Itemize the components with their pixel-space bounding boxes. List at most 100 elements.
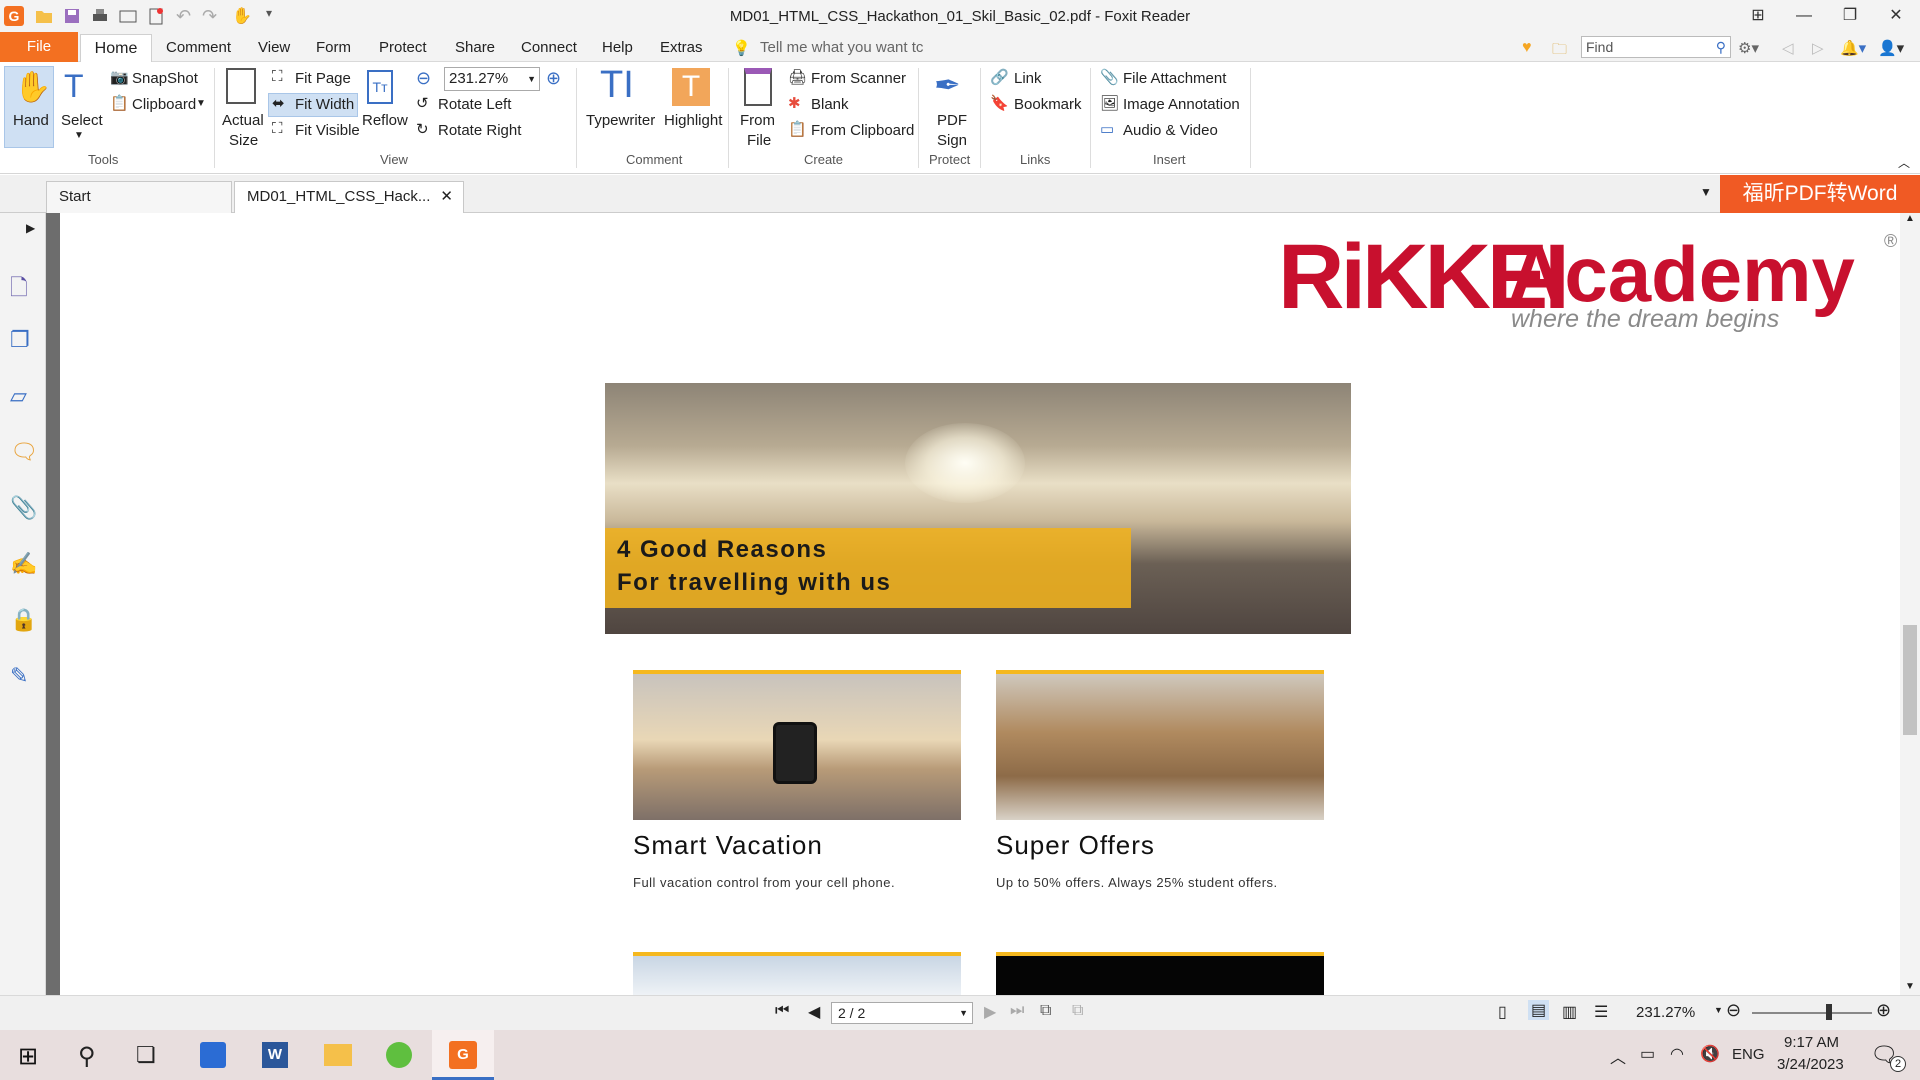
document-view[interactable]: RiKKEI Academy where the dream begins ® … <box>60 213 1900 995</box>
layers-panel-icon[interactable]: ▱ <box>10 383 27 409</box>
pdf-sign-label-1[interactable]: PDF <box>937 112 967 129</box>
signature-panel-icon[interactable]: ✍ <box>10 551 37 577</box>
settings-gear-icon[interactable]: ⚙▾ <box>1738 39 1759 57</box>
microsoft-store-icon[interactable] <box>200 1042 226 1068</box>
first-page-icon[interactable]: ⏮ <box>775 1002 789 1020</box>
tab-list-dropdown-icon[interactable]: ▼ <box>1700 185 1712 199</box>
pdf-sign-icon[interactable]: ✒ <box>934 66 961 104</box>
select-dropdown-icon[interactable]: ▼ <box>74 130 84 141</box>
rotate-left-button[interactable]: Rotate Left <box>438 96 511 113</box>
actual-size-label-2[interactable]: Size <box>229 132 258 149</box>
fit-page-button[interactable]: Fit Page <box>295 70 351 87</box>
home-ribbon-tab[interactable]: Home <box>80 34 152 63</box>
panel-splitter[interactable] <box>46 213 60 995</box>
status-zoom-in-icon[interactable]: ⊕ <box>1876 1000 1891 1021</box>
comments-panel-icon[interactable]: 🗨 <box>10 439 38 465</box>
user-account-icon[interactable]: 👤▾ <box>1878 39 1904 57</box>
actual-size-icon[interactable] <box>226 68 256 104</box>
image-annotation-button[interactable]: Image Annotation <box>1123 96 1240 113</box>
browser-app-icon[interactable] <box>386 1042 412 1068</box>
volume-muted-icon[interactable]: 🔇 <box>1700 1044 1720 1064</box>
last-page-icon[interactable]: ⏭ <box>1010 1002 1024 1020</box>
reflow-label[interactable]: Reflow <box>362 112 408 129</box>
clipboard-dropdown-icon[interactable]: ▼ <box>196 98 206 109</box>
scroll-up-arrow-icon[interactable]: ▲ <box>1905 213 1915 224</box>
bookmark-button[interactable]: Bookmark <box>1014 96 1082 113</box>
file-menu-tab[interactable]: File <box>0 32 78 62</box>
menu-share[interactable]: Share <box>455 39 495 56</box>
fit-visible-button[interactable]: Fit Visible <box>295 122 360 139</box>
restore-button[interactable]: ❐ <box>1832 4 1868 28</box>
file-explorer-icon[interactable] <box>324 1044 352 1066</box>
search-folder-icon[interactable]: 🗀 <box>1552 39 1567 64</box>
snapshot-button[interactable]: SnapShot <box>132 70 198 87</box>
bookmarks-panel-icon[interactable]: 🗋 <box>10 271 28 309</box>
rotate-right-button[interactable]: Rotate Right <box>438 122 521 139</box>
find-input[interactable]: Find ⚲ <box>1581 36 1731 58</box>
zoom-slider-track[interactable] <box>1752 1012 1872 1014</box>
windows-start-icon[interactable]: ⊞ <box>18 1042 38 1071</box>
attachments-panel-icon[interactable]: 📎 <box>10 495 37 521</box>
expand-panel-icon[interactable]: ▶ <box>26 221 35 235</box>
menu-protect[interactable]: Protect <box>379 39 427 56</box>
status-zoom-out-icon[interactable]: ⊖ <box>1726 1000 1741 1021</box>
continuous-view-icon[interactable]: ▤ <box>1528 1000 1550 1020</box>
vertical-scrollbar[interactable]: ▲ ▼ <box>1900 213 1920 995</box>
previous-view-icon[interactable]: ◁ <box>1782 39 1794 57</box>
blank-button[interactable]: Blank <box>811 96 849 113</box>
previous-page-icon[interactable]: ◀ <box>808 1002 820 1022</box>
search-icon[interactable]: ⚲ <box>1716 37 1726 57</box>
from-file-icon[interactable] <box>744 68 772 106</box>
facing-view-icon[interactable]: ▥ <box>1562 1002 1577 1022</box>
clipboard-button[interactable]: Clipboard <box>132 96 196 113</box>
status-zoom-value[interactable]: 231.27% <box>1636 1004 1695 1021</box>
next-view-status-icon[interactable]: ⧉ <box>1072 1002 1083 1020</box>
close-button[interactable]: ✕ <box>1878 4 1914 28</box>
wifi-icon[interactable]: ◠ <box>1670 1044 1684 1064</box>
next-view-icon[interactable]: ▷ <box>1812 39 1824 57</box>
scroll-down-arrow-icon[interactable]: ▼ <box>1905 981 1915 992</box>
typewriter-icon[interactable]: TI <box>600 64 634 107</box>
input-language-indicator[interactable]: ENG <box>1732 1046 1765 1063</box>
menu-extras[interactable]: Extras <box>660 39 703 56</box>
battery-icon[interactable]: ▭ <box>1640 1044 1655 1064</box>
from-scanner-button[interactable]: From Scanner <box>811 70 906 87</box>
menu-form[interactable]: Form <box>316 39 351 56</box>
menu-comment[interactable]: Comment <box>166 39 231 56</box>
collapse-ribbon-icon[interactable]: ︿ <box>1898 154 1910 171</box>
pdf-sign-label-2[interactable]: Sign <box>937 132 967 149</box>
menu-connect[interactable]: Connect <box>521 39 577 56</box>
previous-view-status-icon[interactable]: ⧉ <box>1040 1002 1051 1020</box>
file-attachment-button[interactable]: File Attachment <box>1123 70 1226 87</box>
notification-bell-icon[interactable]: 🔔▾ <box>1840 39 1866 57</box>
word-app-icon[interactable]: W <box>262 1042 288 1068</box>
zoom-out-icon[interactable]: ⊖ <box>416 68 431 89</box>
foxit-taskbar-item[interactable]: G <box>432 1030 494 1080</box>
ribbon-display-options-icon[interactable]: ⊞ <box>1740 4 1776 28</box>
highlight-label[interactable]: Highlight <box>664 112 722 129</box>
select-label[interactable]: Select <box>61 112 103 129</box>
tell-me-search[interactable]: Tell me what you want tc <box>760 39 923 56</box>
page-dropdown-icon[interactable]: ▼ <box>959 1003 968 1023</box>
pdf-to-word-promo-button[interactable]: 福昕PDF转Word <box>1720 175 1920 213</box>
close-tab-icon[interactable]: ✕ <box>440 182 453 212</box>
menu-view[interactable]: View <box>258 39 290 56</box>
link-button[interactable]: Link <box>1014 70 1042 87</box>
next-page-icon[interactable]: ▶ <box>984 1002 996 1022</box>
start-tab[interactable]: Start <box>46 181 232 213</box>
actual-size-label-1[interactable]: Actual <box>222 112 264 129</box>
zoom-combo[interactable]: 231.27% ▼ <box>444 67 540 91</box>
clock-time[interactable]: 9:17 AM <box>1784 1034 1839 1051</box>
typewriter-label[interactable]: Typewriter <box>586 112 655 129</box>
search-taskbar-icon[interactable]: ⚲ <box>78 1042 96 1071</box>
select-text-icon[interactable]: T <box>64 68 84 105</box>
from-clipboard-button[interactable]: From Clipboard <box>811 122 914 139</box>
zoom-dropdown-icon[interactable]: ▼ <box>527 68 536 90</box>
from-file-label-1[interactable]: From <box>740 112 775 129</box>
heart-icon[interactable]: ♥ <box>1522 39 1532 57</box>
clock-date[interactable]: 3/24/2023 <box>1777 1056 1844 1073</box>
document-tab[interactable]: MD01_HTML_CSS_Hack... ✕ <box>234 181 464 213</box>
reflow-icon[interactable]: Tт <box>367 70 393 104</box>
task-view-icon[interactable]: ❏ <box>136 1042 156 1068</box>
audio-video-button[interactable]: Audio & Video <box>1123 122 1218 139</box>
